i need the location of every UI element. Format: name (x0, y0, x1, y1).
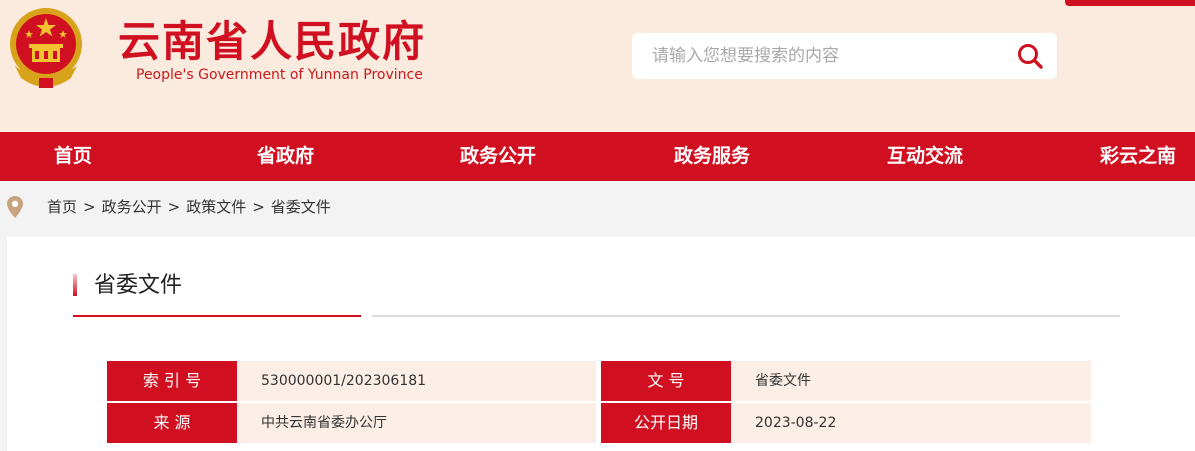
publish-date-label: 公开日期 (601, 403, 737, 443)
index-number-label: 索 引 号 (107, 361, 243, 401)
nav-item-open-affairs[interactable]: 政务公开 (460, 132, 536, 181)
nav-item-home[interactable]: 首页 (54, 132, 92, 181)
search-input[interactable] (632, 33, 1022, 79)
breadcrumb-item-home[interactable]: 首页 (47, 198, 77, 216)
nav-item-yunnan[interactable]: 彩云之南 (1100, 132, 1176, 181)
nav-item-government[interactable]: 省政府 (257, 132, 314, 181)
breadcrumb-separator: > (167, 198, 181, 216)
section-underline-divider (372, 315, 1120, 317)
top-accent-bar (1065, 0, 1195, 6)
national-emblem-icon (10, 8, 82, 88)
section-title-marker (73, 274, 77, 296)
source-label: 来 源 (107, 403, 243, 443)
section-title: 省委文件 (94, 273, 183, 298)
breadcrumb-item-committee-docs[interactable]: 省委文件 (271, 198, 331, 216)
document-number-label: 文 号 (601, 361, 737, 401)
main-nav: 首页 省政府 政务公开 政务服务 互动交流 彩云之南 (0, 132, 1195, 181)
index-number-value: 530000001/202306181 (237, 361, 596, 401)
breadcrumb-item-policy-docs[interactable]: 政策文件 (186, 198, 246, 216)
site-title: 云南省人民政府 (118, 17, 427, 66)
breadcrumb: 首页 > 政务公开 > 政策文件 > 省委文件 (47, 196, 331, 218)
search-icon[interactable] (1015, 42, 1045, 70)
breadcrumb-item-open-affairs[interactable]: 政务公开 (102, 198, 162, 216)
breadcrumb-separator: > (252, 198, 265, 216)
nav-item-interaction[interactable]: 互动交流 (887, 132, 963, 181)
nav-item-services[interactable]: 政务服务 (674, 132, 750, 181)
source-value: 中共云南省委办公厅 (237, 403, 596, 443)
publish-date-value: 2023-08-22 (731, 403, 1091, 443)
site-subtitle: People's Government of Yunnan Province (136, 67, 423, 83)
section-underline-accent (73, 315, 361, 317)
document-number-value: 省委文件 (731, 361, 1091, 401)
search-box (632, 33, 1057, 79)
breadcrumb-separator: > (83, 198, 96, 216)
location-pin-icon (7, 196, 23, 218)
